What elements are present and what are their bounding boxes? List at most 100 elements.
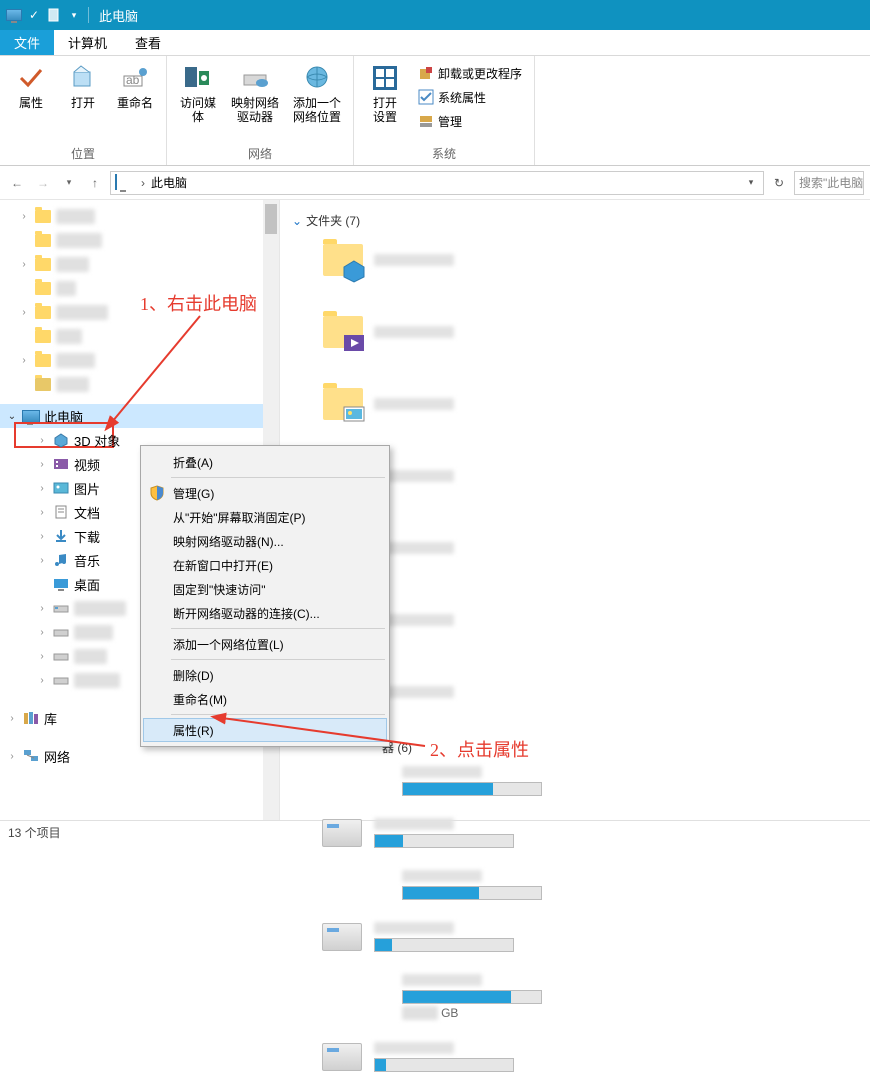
tree-label: 此电脑 xyxy=(44,407,83,426)
chevron-right-icon[interactable]: › xyxy=(135,176,151,190)
tab-file[interactable]: 文件 xyxy=(0,30,54,55)
drive-item[interactable]: xx GB xyxy=(402,974,642,1020)
forward-button[interactable]: → xyxy=(32,172,54,194)
tree-item[interactable]: xxxx xyxy=(0,324,279,348)
ctx-collapse[interactable]: 折叠(A) xyxy=(143,450,387,474)
ctx-addloc[interactable]: 添加一个网络位置(L) xyxy=(143,632,387,656)
svg-text:ab: ab xyxy=(126,73,140,87)
qat-dropdown-icon[interactable]: ▾ xyxy=(66,7,82,23)
address-box[interactable]: › 此电脑 ▾ xyxy=(110,171,764,195)
expand-icon[interactable]: › xyxy=(18,354,30,366)
uninstall-icon xyxy=(418,65,434,81)
label: 属性 xyxy=(19,96,43,110)
expand-icon[interactable]: › xyxy=(36,530,48,542)
map-drive-button[interactable]: 映射网络 驱动器 xyxy=(227,60,283,124)
refresh-button[interactable]: ↻ xyxy=(768,172,790,194)
ctx-properties[interactable]: 属性(R) xyxy=(143,718,387,742)
tree-label: xxxxx xyxy=(74,649,107,664)
ctx-manage[interactable]: 管理(G) xyxy=(143,481,387,505)
expand-icon[interactable]: › xyxy=(36,434,48,446)
ctx-rename[interactable]: 重命名(M) xyxy=(143,687,387,711)
expand-icon[interactable]: › xyxy=(18,306,30,318)
expand-icon[interactable]: › xyxy=(36,626,48,638)
pictures-icon xyxy=(322,383,364,425)
scrollbar-thumb[interactable] xyxy=(265,204,277,234)
ctx-unpin-start[interactable]: 从"开始"屏幕取消固定(P) xyxy=(143,505,387,529)
back-button[interactable]: ← xyxy=(6,172,28,194)
expand-icon[interactable]: › xyxy=(36,602,48,614)
access-media-button[interactable]: 访问媒体 xyxy=(175,60,221,124)
tree-label: xxx xyxy=(56,281,76,296)
expand-icon[interactable]: › xyxy=(36,506,48,518)
ctx-mapdrive[interactable]: 映射网络驱动器(N)... xyxy=(143,529,387,553)
add-location-button[interactable]: 添加一个 网络位置 xyxy=(289,60,345,124)
drive-item[interactable] xyxy=(322,922,562,952)
drive-item[interactable] xyxy=(322,1042,562,1072)
tree-item-network[interactable]: › 网络 xyxy=(0,744,279,768)
folder-item-3d[interactable] xyxy=(322,239,522,281)
drive-icon xyxy=(322,1043,362,1071)
drive-icon xyxy=(52,647,70,665)
ribbon-tabs: 文件 计算机 查看 xyxy=(0,30,870,56)
properties-button[interactable]: 属性 xyxy=(8,60,54,110)
section-folders[interactable]: ⌄ 文件夹 (7) xyxy=(292,212,858,229)
drive-item[interactable] xyxy=(402,766,642,796)
section-drives[interactable]: 器 (6) xyxy=(382,739,858,756)
open-settings-button[interactable]: 打开 设置 xyxy=(362,60,408,124)
expand-icon[interactable]: › xyxy=(36,650,48,662)
dropdown-icon[interactable]: ▾ xyxy=(743,177,759,188)
ctx-delete[interactable]: 删除(D) xyxy=(143,663,387,687)
uninstall-button[interactable]: 卸载或更改程序 xyxy=(414,62,526,84)
ctx-pin-quick[interactable]: 固定到"快速访问" xyxy=(143,577,387,601)
label: 管理 xyxy=(438,113,462,130)
tree-item[interactable]: ›xxxxxx xyxy=(0,204,279,228)
ctx-disconnect[interactable]: 断开网络驱动器的连接(C)... xyxy=(143,601,387,625)
separator xyxy=(171,477,385,478)
expand-icon[interactable]: › xyxy=(6,712,18,724)
ribbon-group-system: 打开 设置 卸载或更改程序 系统属性 管理 系统 xyxy=(354,56,535,165)
tree-item[interactable]: ›xxxxxx xyxy=(0,348,279,372)
tab-computer[interactable]: 计算机 xyxy=(54,30,121,55)
open-button[interactable]: 打开 xyxy=(60,60,106,110)
rename-button[interactable]: ab 重命名 xyxy=(112,60,158,110)
tree-item[interactable]: xxxxx xyxy=(0,372,279,396)
expand-icon[interactable]: › xyxy=(6,750,18,762)
tree-label: xxxx xyxy=(56,329,82,344)
tree-item[interactable]: xxxxxxx xyxy=(0,228,279,252)
checkbox-icon xyxy=(418,89,434,105)
search-box[interactable]: 搜索"此电脑 xyxy=(794,171,864,195)
drive-item[interactable] xyxy=(322,818,562,848)
tree-label: 文档 xyxy=(74,503,100,522)
tree-item[interactable]: xxx xyxy=(0,276,279,300)
tab-view[interactable]: 查看 xyxy=(121,30,175,55)
label: 打开 xyxy=(71,96,95,110)
tree-item-thispc[interactable]: ⌄ 此电脑 xyxy=(0,404,279,428)
system-properties-button[interactable]: 系统属性 xyxy=(414,86,526,108)
ctx-newwindow[interactable]: 在新窗口中打开(E) xyxy=(143,553,387,577)
expand-icon[interactable]: › xyxy=(18,210,30,222)
folder-label xyxy=(374,254,454,266)
folder-item-pictures[interactable] xyxy=(322,383,522,425)
chevron-down-icon[interactable]: ⌄ xyxy=(292,214,302,228)
qat-check-icon[interactable]: ✓ xyxy=(26,7,42,23)
expand-icon[interactable]: › xyxy=(18,258,30,270)
expand-icon[interactable]: ⌄ xyxy=(6,410,18,422)
folder-item-video[interactable] xyxy=(322,311,522,353)
qat-doc-icon[interactable] xyxy=(46,7,62,23)
tree-label: 网络 xyxy=(44,747,70,766)
expand-icon[interactable]: › xyxy=(36,458,48,470)
tree-item[interactable]: ›xxxxx xyxy=(0,252,279,276)
tree-item[interactable]: ›xxxxxxxx xyxy=(0,300,279,324)
expand-icon[interactable]: › xyxy=(36,674,48,686)
expand-icon[interactable]: › xyxy=(36,554,48,566)
drive-item[interactable] xyxy=(402,870,642,900)
up-button[interactable]: ↑ xyxy=(84,172,106,194)
manage-button[interactable]: 管理 xyxy=(414,110,526,132)
music-icon xyxy=(52,551,70,569)
breadcrumb-location[interactable]: 此电脑 xyxy=(151,174,187,191)
recent-dropdown[interactable]: ▾ xyxy=(58,172,80,194)
expand-icon[interactable]: › xyxy=(36,482,48,494)
drive-icon xyxy=(239,62,271,94)
3d-icon xyxy=(52,431,70,449)
drive-icon xyxy=(52,671,70,689)
